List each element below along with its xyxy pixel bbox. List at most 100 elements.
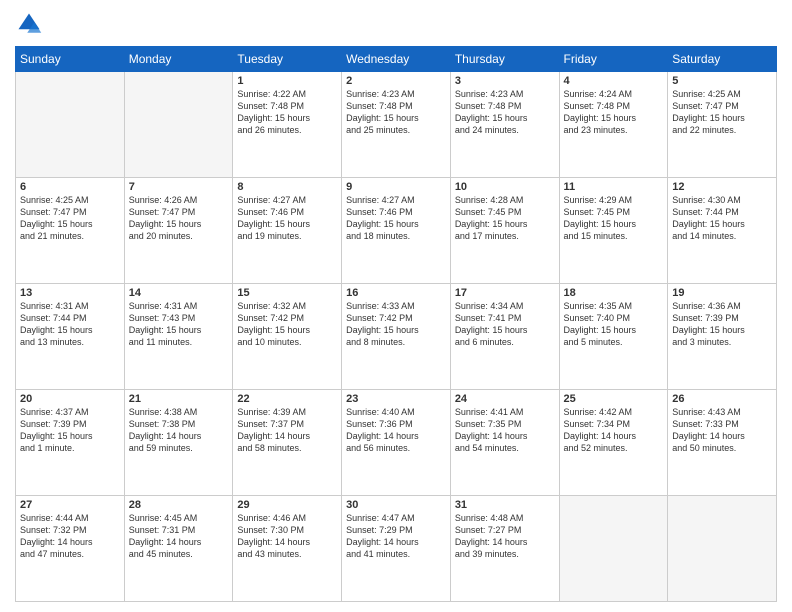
day-number: 13 [20,287,120,299]
day-info: Sunrise: 4:31 AM Sunset: 7:43 PM Dayligh… [129,300,229,349]
calendar-cell: 4Sunrise: 4:24 AM Sunset: 7:48 PM Daylig… [559,72,668,178]
day-info: Sunrise: 4:25 AM Sunset: 7:47 PM Dayligh… [672,88,772,137]
day-number: 2 [346,75,446,87]
logo-icon [15,10,43,38]
calendar-cell: 29Sunrise: 4:46 AM Sunset: 7:30 PM Dayli… [233,496,342,602]
day-number: 5 [672,75,772,87]
day-info: Sunrise: 4:29 AM Sunset: 7:45 PM Dayligh… [564,194,664,243]
calendar-cell: 25Sunrise: 4:42 AM Sunset: 7:34 PM Dayli… [559,390,668,496]
calendar-cell [668,496,777,602]
day-number: 15 [237,287,337,299]
day-number: 31 [455,499,555,511]
day-info: Sunrise: 4:41 AM Sunset: 7:35 PM Dayligh… [455,406,555,455]
day-number: 10 [455,181,555,193]
calendar-cell: 10Sunrise: 4:28 AM Sunset: 7:45 PM Dayli… [450,178,559,284]
day-info: Sunrise: 4:36 AM Sunset: 7:39 PM Dayligh… [672,300,772,349]
calendar-table: SundayMondayTuesdayWednesdayThursdayFrid… [15,46,777,602]
calendar-cell: 30Sunrise: 4:47 AM Sunset: 7:29 PM Dayli… [342,496,451,602]
calendar-cell: 3Sunrise: 4:23 AM Sunset: 7:48 PM Daylig… [450,72,559,178]
calendar-cell: 19Sunrise: 4:36 AM Sunset: 7:39 PM Dayli… [668,284,777,390]
calendar-header-friday: Friday [559,47,668,72]
day-number: 4 [564,75,664,87]
day-number: 1 [237,75,337,87]
day-number: 16 [346,287,446,299]
day-info: Sunrise: 4:28 AM Sunset: 7:45 PM Dayligh… [455,194,555,243]
week-row-4: 20Sunrise: 4:37 AM Sunset: 7:39 PM Dayli… [16,390,777,496]
day-number: 9 [346,181,446,193]
week-row-5: 27Sunrise: 4:44 AM Sunset: 7:32 PM Dayli… [16,496,777,602]
day-info: Sunrise: 4:46 AM Sunset: 7:30 PM Dayligh… [237,512,337,561]
calendar-header-saturday: Saturday [668,47,777,72]
day-info: Sunrise: 4:23 AM Sunset: 7:48 PM Dayligh… [455,88,555,137]
calendar-cell: 23Sunrise: 4:40 AM Sunset: 7:36 PM Dayli… [342,390,451,496]
week-row-2: 6Sunrise: 4:25 AM Sunset: 7:47 PM Daylig… [16,178,777,284]
day-number: 23 [346,393,446,405]
calendar-cell: 27Sunrise: 4:44 AM Sunset: 7:32 PM Dayli… [16,496,125,602]
day-info: Sunrise: 4:38 AM Sunset: 7:38 PM Dayligh… [129,406,229,455]
calendar-cell: 28Sunrise: 4:45 AM Sunset: 7:31 PM Dayli… [124,496,233,602]
calendar-cell: 7Sunrise: 4:26 AM Sunset: 7:47 PM Daylig… [124,178,233,284]
day-info: Sunrise: 4:26 AM Sunset: 7:47 PM Dayligh… [129,194,229,243]
header [15,10,777,38]
page: SundayMondayTuesdayWednesdayThursdayFrid… [0,0,792,612]
day-info: Sunrise: 4:39 AM Sunset: 7:37 PM Dayligh… [237,406,337,455]
day-number: 7 [129,181,229,193]
day-info: Sunrise: 4:35 AM Sunset: 7:40 PM Dayligh… [564,300,664,349]
calendar-header-monday: Monday [124,47,233,72]
day-number: 22 [237,393,337,405]
day-number: 19 [672,287,772,299]
day-info: Sunrise: 4:27 AM Sunset: 7:46 PM Dayligh… [346,194,446,243]
calendar-header-tuesday: Tuesday [233,47,342,72]
day-info: Sunrise: 4:40 AM Sunset: 7:36 PM Dayligh… [346,406,446,455]
day-number: 30 [346,499,446,511]
calendar-cell: 5Sunrise: 4:25 AM Sunset: 7:47 PM Daylig… [668,72,777,178]
day-number: 14 [129,287,229,299]
day-number: 26 [672,393,772,405]
day-number: 25 [564,393,664,405]
calendar-cell: 13Sunrise: 4:31 AM Sunset: 7:44 PM Dayli… [16,284,125,390]
day-info: Sunrise: 4:42 AM Sunset: 7:34 PM Dayligh… [564,406,664,455]
day-info: Sunrise: 4:31 AM Sunset: 7:44 PM Dayligh… [20,300,120,349]
calendar-cell: 6Sunrise: 4:25 AM Sunset: 7:47 PM Daylig… [16,178,125,284]
calendar-cell: 21Sunrise: 4:38 AM Sunset: 7:38 PM Dayli… [124,390,233,496]
day-info: Sunrise: 4:23 AM Sunset: 7:48 PM Dayligh… [346,88,446,137]
calendar-cell: 24Sunrise: 4:41 AM Sunset: 7:35 PM Dayli… [450,390,559,496]
day-number: 21 [129,393,229,405]
logo [15,10,47,38]
calendar-cell: 14Sunrise: 4:31 AM Sunset: 7:43 PM Dayli… [124,284,233,390]
day-info: Sunrise: 4:43 AM Sunset: 7:33 PM Dayligh… [672,406,772,455]
calendar-cell: 9Sunrise: 4:27 AM Sunset: 7:46 PM Daylig… [342,178,451,284]
day-info: Sunrise: 4:22 AM Sunset: 7:48 PM Dayligh… [237,88,337,137]
day-number: 29 [237,499,337,511]
calendar-cell [559,496,668,602]
day-number: 27 [20,499,120,511]
calendar-cell: 16Sunrise: 4:33 AM Sunset: 7:42 PM Dayli… [342,284,451,390]
calendar-cell: 15Sunrise: 4:32 AM Sunset: 7:42 PM Dayli… [233,284,342,390]
calendar-cell [16,72,125,178]
calendar-header-row: SundayMondayTuesdayWednesdayThursdayFrid… [16,47,777,72]
week-row-1: 1Sunrise: 4:22 AM Sunset: 7:48 PM Daylig… [16,72,777,178]
day-number: 24 [455,393,555,405]
calendar-cell: 1Sunrise: 4:22 AM Sunset: 7:48 PM Daylig… [233,72,342,178]
calendar-header-thursday: Thursday [450,47,559,72]
day-info: Sunrise: 4:45 AM Sunset: 7:31 PM Dayligh… [129,512,229,561]
calendar-cell [124,72,233,178]
day-number: 3 [455,75,555,87]
day-info: Sunrise: 4:34 AM Sunset: 7:41 PM Dayligh… [455,300,555,349]
calendar-cell: 11Sunrise: 4:29 AM Sunset: 7:45 PM Dayli… [559,178,668,284]
calendar-header-wednesday: Wednesday [342,47,451,72]
day-info: Sunrise: 4:24 AM Sunset: 7:48 PM Dayligh… [564,88,664,137]
day-info: Sunrise: 4:44 AM Sunset: 7:32 PM Dayligh… [20,512,120,561]
day-number: 8 [237,181,337,193]
day-number: 11 [564,181,664,193]
calendar-cell: 22Sunrise: 4:39 AM Sunset: 7:37 PM Dayli… [233,390,342,496]
day-info: Sunrise: 4:47 AM Sunset: 7:29 PM Dayligh… [346,512,446,561]
day-number: 17 [455,287,555,299]
day-number: 12 [672,181,772,193]
calendar-cell: 31Sunrise: 4:48 AM Sunset: 7:27 PM Dayli… [450,496,559,602]
day-info: Sunrise: 4:33 AM Sunset: 7:42 PM Dayligh… [346,300,446,349]
day-info: Sunrise: 4:48 AM Sunset: 7:27 PM Dayligh… [455,512,555,561]
calendar-header-sunday: Sunday [16,47,125,72]
calendar-cell: 26Sunrise: 4:43 AM Sunset: 7:33 PM Dayli… [668,390,777,496]
calendar-cell: 8Sunrise: 4:27 AM Sunset: 7:46 PM Daylig… [233,178,342,284]
